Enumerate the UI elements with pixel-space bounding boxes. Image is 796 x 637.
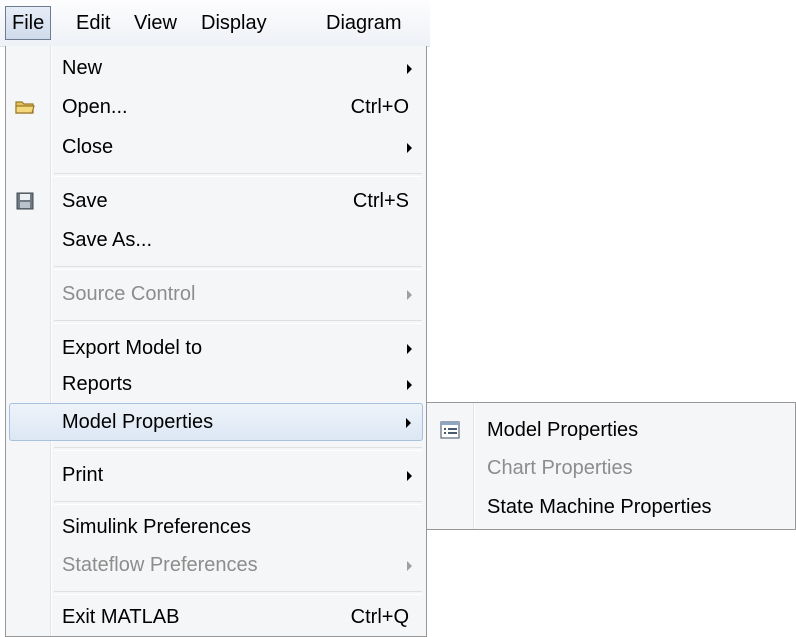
floppy-disk-icon (14, 191, 36, 211)
menu-item-label: Exit MATLAB (62, 606, 180, 628)
menu-separator (54, 320, 422, 324)
submenu-arrow-icon (407, 471, 412, 481)
menu-separator (54, 447, 422, 451)
menu-display[interactable]: Display (195, 6, 273, 40)
submenu-arrow-icon (407, 64, 412, 74)
menu-item-label: Save (62, 190, 108, 212)
menu-separator (54, 173, 422, 177)
submenu-item-chart-properties: Chart Properties (427, 449, 795, 487)
menu-item-label: Stateflow Preferences (62, 554, 258, 576)
menu-edit[interactable]: Edit (70, 6, 116, 40)
menu-item-stateflow-preferences: Stateflow Preferences (6, 546, 426, 584)
properties-list-icon (439, 420, 461, 440)
menu-item-save-as[interactable]: Save As... (6, 221, 426, 259)
submenu-item-label: State Machine Properties (487, 496, 712, 518)
menu-item-new[interactable]: New (6, 49, 426, 87)
menu-item-label: Source Control (62, 283, 196, 305)
menu-separator (54, 591, 422, 595)
menu-file[interactable]: File (5, 6, 52, 40)
menu-item-source-control: Source Control (6, 275, 426, 313)
submenu-arrow-icon (407, 143, 412, 153)
file-menu-dropdown: New Open... Ctrl+O Close Save Ctrl+S Sav… (5, 46, 427, 637)
menu-item-label: Close (62, 136, 114, 158)
submenu-item-model-properties[interactable]: Model Properties (427, 411, 795, 449)
submenu-arrow-icon (407, 290, 412, 300)
menu-item-label: Simulink Preferences (62, 516, 251, 538)
submenu-arrow-icon (407, 561, 412, 571)
shortcut-label: Ctrl+S (352, 190, 409, 212)
menu-separator (54, 501, 422, 505)
menu-item-reports[interactable]: Reports (6, 365, 426, 403)
menu-item-label: Model Properties (62, 411, 214, 433)
shortcut-label: Ctrl+Q (350, 606, 409, 628)
submenu-item-label: Chart Properties (487, 457, 633, 479)
submenu-item-label: Model Properties (487, 419, 639, 441)
menu-item-label: Reports (62, 373, 133, 395)
submenu-item-state-machine-properties[interactable]: State Machine Properties (427, 488, 795, 526)
folder-icon (14, 97, 36, 117)
menu-item-model-properties[interactable]: Model Properties (9, 403, 423, 441)
menu-item-label: Open... (62, 96, 128, 118)
menu-item-label: Save As... (62, 229, 153, 251)
menu-item-export-model-to[interactable]: Export Model to (6, 329, 426, 367)
menu-bar: File Edit View Display Diagram (0, 0, 430, 47)
menu-item-simulink-preferences[interactable]: Simulink Preferences (6, 508, 426, 546)
menu-item-close[interactable]: Close (6, 128, 426, 166)
submenu-arrow-icon (406, 418, 411, 428)
menu-diagram[interactable]: Diagram (320, 6, 408, 40)
menu-item-print[interactable]: Print (6, 456, 426, 494)
submenu-arrow-icon (407, 380, 412, 390)
menu-item-save[interactable]: Save Ctrl+S (6, 182, 426, 220)
shortcut-label: Ctrl+O (350, 96, 409, 118)
menu-item-open[interactable]: Open... Ctrl+O (6, 88, 426, 126)
menu-item-exit-matlab[interactable]: Exit MATLAB Ctrl+Q (6, 598, 426, 636)
menu-item-label: Print (62, 464, 104, 486)
submenu-arrow-icon (407, 344, 412, 354)
model-properties-submenu: Model Properties Chart Properties State … (426, 402, 796, 530)
menu-separator (54, 266, 422, 270)
menu-view[interactable]: View (128, 6, 183, 40)
menu-item-label: New (62, 57, 103, 79)
menu-item-label: Export Model to (62, 337, 203, 359)
